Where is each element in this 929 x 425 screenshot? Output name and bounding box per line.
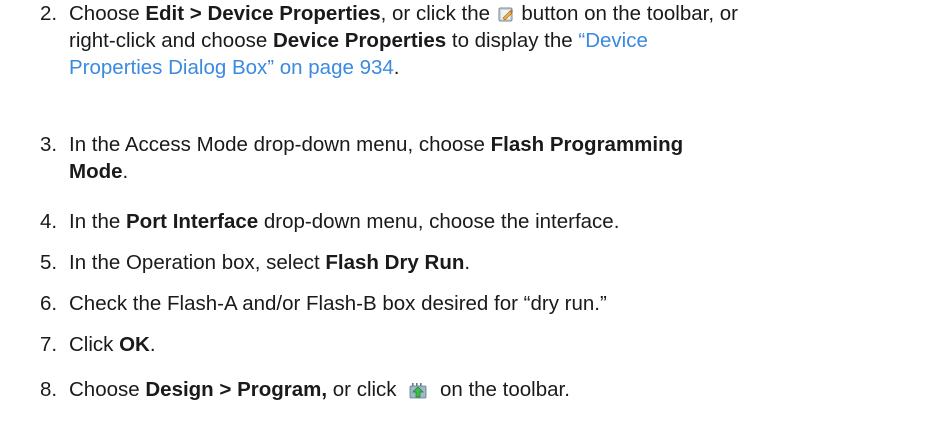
step-text: In the Port Interface drop-down menu, ch…: [69, 208, 914, 235]
device-properties-icon: [498, 7, 513, 22]
step-number: 8.: [40, 378, 58, 401]
option-name: Mode: [69, 160, 123, 183]
step-text: Check the Flash-A and/or Flash-B box des…: [69, 290, 914, 317]
step-number: 7.: [40, 333, 58, 356]
step-line: right-click and choose Device Properties…: [69, 27, 914, 54]
cross-reference-link[interactable]: “Device: [578, 29, 648, 52]
step-text: Click OK.: [69, 331, 914, 358]
text-run: In the: [69, 210, 126, 233]
option-name: Flash Programming: [490, 133, 684, 156]
step-line: Check the Flash-A and/or Flash-B box des…: [69, 292, 607, 315]
step-line: Click OK.: [69, 331, 914, 358]
text-run: or click: [327, 378, 403, 401]
option-name: Flash Dry Run: [325, 251, 465, 274]
step-number: 3.: [40, 133, 58, 156]
step-text: Choose Edit > Device Properties, or clic…: [69, 0, 914, 81]
text-run: on the toolbar.: [434, 378, 570, 401]
step-line: In the Operation box, select Flash Dry R…: [69, 249, 914, 276]
step-line: Choose Design > Program, or click on the…: [69, 376, 914, 403]
text-run: to display the: [446, 29, 579, 52]
step-line: Properties Dialog Box” on page 934.: [69, 54, 914, 81]
text-run: drop-down menu, choose the interface.: [258, 210, 620, 233]
menu-path: Edit > Device Properties: [145, 2, 381, 25]
field-name: Port Interface: [126, 210, 259, 233]
cross-reference-link[interactable]: Properties Dialog Box” on page 934: [69, 56, 394, 79]
step-number: 6.: [40, 292, 58, 315]
text-run: , or click the: [380, 2, 496, 25]
button-name: OK: [119, 333, 150, 356]
step-text: In the Access Mode drop-down menu, choos…: [69, 131, 914, 185]
text-run: In the Access Mode drop-down menu, choos…: [69, 133, 491, 156]
text-run: .: [464, 251, 471, 274]
step-text: In the Operation box, select Flash Dry R…: [69, 249, 914, 276]
step-number: 4.: [40, 210, 58, 233]
menu-item: Device Properties: [272, 29, 447, 52]
step-line: Choose Edit > Device Properties, or clic…: [69, 0, 914, 27]
text-run: Click: [69, 333, 120, 356]
step-line: In the Access Mode drop-down menu, choos…: [69, 131, 914, 158]
text-run: Choose: [69, 378, 146, 401]
text-run: .: [122, 160, 129, 183]
step-number: 5.: [40, 251, 58, 274]
text-run: button on the toolbar, or: [515, 2, 738, 25]
program-icon: [409, 383, 427, 399]
text-run: .: [149, 333, 156, 356]
step-text: Choose Design > Program, or click on the…: [69, 376, 914, 403]
step-line: Mode.: [69, 158, 914, 185]
menu-path: Design > Program,: [145, 378, 328, 401]
text-run: right-click and choose: [69, 29, 273, 52]
step-number: 2.: [40, 2, 58, 25]
step-line: In the Port Interface drop-down menu, ch…: [69, 208, 914, 235]
text-run: Choose: [69, 2, 146, 25]
text-run: .: [393, 56, 400, 79]
text-run: In the Operation box, select: [69, 251, 326, 274]
